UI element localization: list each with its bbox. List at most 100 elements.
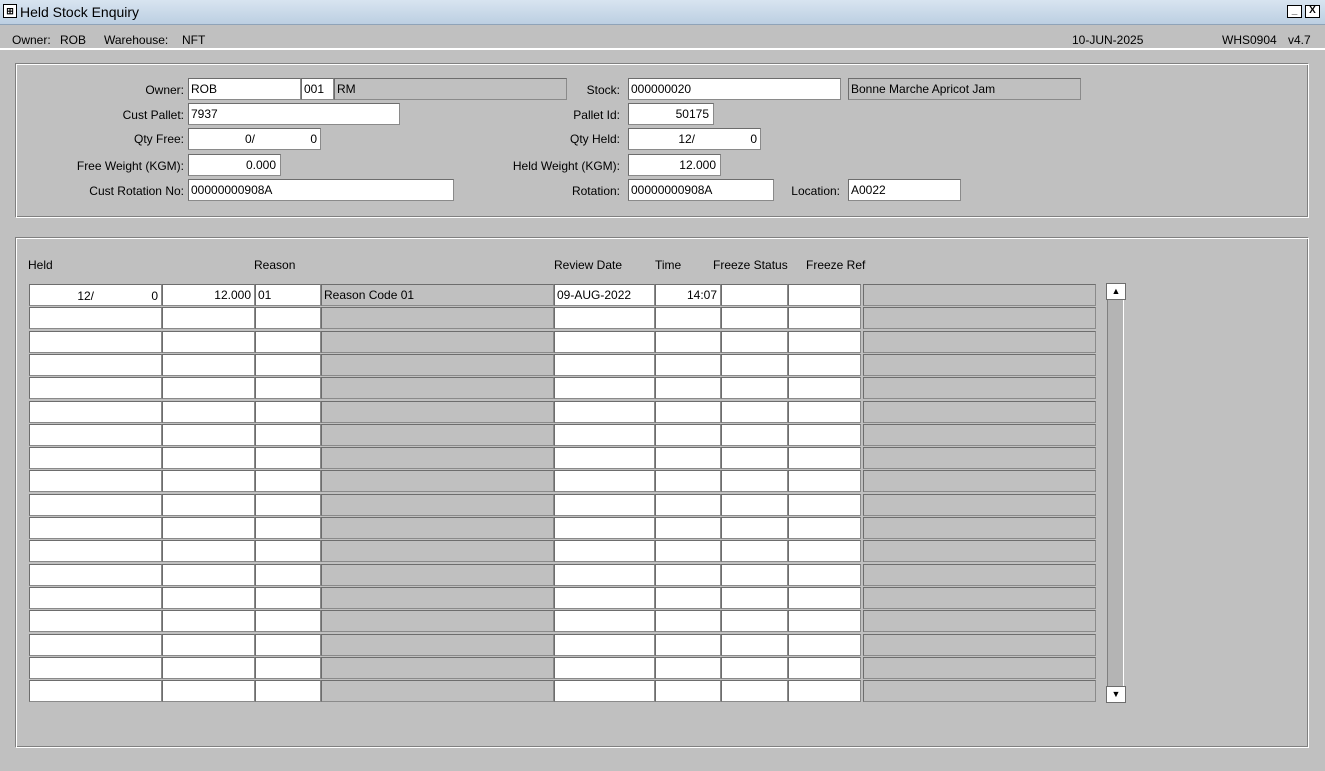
held-weight-cell[interactable]: [162, 610, 255, 632]
freeze-ref-cell[interactable]: [788, 424, 861, 446]
held-weight-cell[interactable]: 12.000: [162, 284, 255, 306]
held-weight-cell[interactable]: [162, 564, 255, 586]
time-cell[interactable]: [655, 564, 721, 586]
review-date-cell[interactable]: [554, 680, 655, 702]
time-cell[interactable]: 14:07: [655, 284, 721, 306]
reason-code-cell[interactable]: [255, 657, 321, 679]
freeze-ref-cell[interactable]: [788, 587, 861, 609]
reason-code-cell[interactable]: [255, 470, 321, 492]
time-cell[interactable]: [655, 401, 721, 423]
held-qty-cell[interactable]: [29, 610, 162, 632]
held-qty-cell[interactable]: [29, 377, 162, 399]
held-qty-cell[interactable]: [29, 657, 162, 679]
held-weight-cell[interactable]: [162, 401, 255, 423]
held-weight-cell[interactable]: [162, 354, 255, 376]
time-cell[interactable]: [655, 610, 721, 632]
freeze-status-cell[interactable]: [721, 517, 788, 539]
freeze-ref-cell[interactable]: [788, 494, 861, 516]
freeze-ref-cell[interactable]: [788, 401, 861, 423]
freeze-status-cell[interactable]: [721, 354, 788, 376]
held-qty-cell[interactable]: [29, 401, 162, 423]
cust-pallet-field[interactable]: 7937: [188, 103, 400, 125]
freeze-ref-cell[interactable]: [788, 284, 861, 306]
time-cell[interactable]: [655, 517, 721, 539]
time-cell[interactable]: [655, 494, 721, 516]
freeze-status-cell[interactable]: [721, 331, 788, 353]
freeze-status-cell[interactable]: [721, 657, 788, 679]
scroll-up-button[interactable]: ▲: [1106, 283, 1126, 300]
held-qty-cell[interactable]: [29, 354, 162, 376]
freeze-status-cell[interactable]: [721, 470, 788, 492]
review-date-cell[interactable]: [554, 331, 655, 353]
freeze-status-cell[interactable]: [721, 307, 788, 329]
review-date-cell[interactable]: [554, 657, 655, 679]
minimize-button[interactable]: _: [1287, 5, 1302, 18]
held-qty-cell[interactable]: [29, 494, 162, 516]
rotation-field[interactable]: 00000000908A: [628, 179, 774, 201]
app-icon[interactable]: ⊞: [3, 4, 17, 18]
reason-code-cell[interactable]: [255, 634, 321, 656]
reason-code-cell[interactable]: [255, 610, 321, 632]
time-cell[interactable]: [655, 307, 721, 329]
cust-rotation-field[interactable]: 00000000908A: [188, 179, 454, 201]
freeze-ref-cell[interactable]: [788, 517, 861, 539]
review-date-cell[interactable]: [554, 424, 655, 446]
time-cell[interactable]: [655, 447, 721, 469]
freeze-ref-cell[interactable]: [788, 564, 861, 586]
reason-code-cell[interactable]: [255, 401, 321, 423]
freeze-status-cell[interactable]: [721, 424, 788, 446]
held-qty-cell[interactable]: [29, 540, 162, 562]
held-qty-cell[interactable]: [29, 470, 162, 492]
review-date-cell[interactable]: [554, 587, 655, 609]
time-cell[interactable]: [655, 680, 721, 702]
held-weight-cell[interactable]: [162, 494, 255, 516]
held-weight-cell[interactable]: [162, 657, 255, 679]
freeze-ref-cell[interactable]: [788, 610, 861, 632]
reason-code-cell[interactable]: [255, 424, 321, 446]
freeze-status-cell[interactable]: [721, 540, 788, 562]
held-qty-cell[interactable]: [29, 307, 162, 329]
held-qty-cell[interactable]: [29, 517, 162, 539]
freeze-status-cell[interactable]: [721, 377, 788, 399]
held-weight-cell[interactable]: [162, 424, 255, 446]
held-weight-cell[interactable]: [162, 307, 255, 329]
held-weight-cell[interactable]: [162, 634, 255, 656]
held-weight-cell[interactable]: [162, 680, 255, 702]
qty-held-field[interactable]: 12/ 0: [628, 128, 761, 150]
reason-code-cell[interactable]: [255, 447, 321, 469]
freeze-status-cell[interactable]: [721, 284, 788, 306]
held-weight-cell[interactable]: [162, 470, 255, 492]
held-qty-cell[interactable]: [29, 587, 162, 609]
reason-code-cell[interactable]: [255, 517, 321, 539]
reason-code-cell[interactable]: [255, 354, 321, 376]
held-qty-cell[interactable]: [29, 424, 162, 446]
held-qty-cell[interactable]: [29, 680, 162, 702]
freeze-status-cell[interactable]: [721, 401, 788, 423]
held-weight-cell[interactable]: [162, 540, 255, 562]
held-qty-cell[interactable]: [29, 634, 162, 656]
reason-code-cell[interactable]: [255, 564, 321, 586]
freeze-status-cell[interactable]: [721, 680, 788, 702]
freeze-ref-cell[interactable]: [788, 680, 861, 702]
freeze-ref-cell[interactable]: [788, 331, 861, 353]
freeze-ref-cell[interactable]: [788, 354, 861, 376]
free-weight-field[interactable]: 0.000: [188, 154, 281, 176]
reason-code-cell[interactable]: [255, 587, 321, 609]
scroll-down-button[interactable]: ▼: [1106, 686, 1126, 703]
owner-sub-field[interactable]: 001: [301, 78, 334, 100]
review-date-cell[interactable]: [554, 564, 655, 586]
review-date-cell[interactable]: [554, 307, 655, 329]
reason-code-cell[interactable]: [255, 307, 321, 329]
freeze-ref-cell[interactable]: [788, 470, 861, 492]
review-date-cell[interactable]: [554, 610, 655, 632]
freeze-status-cell[interactable]: [721, 634, 788, 656]
freeze-status-cell[interactable]: [721, 564, 788, 586]
freeze-status-cell[interactable]: [721, 447, 788, 469]
reason-code-cell[interactable]: [255, 494, 321, 516]
held-weight-field[interactable]: 12.000: [628, 154, 721, 176]
held-qty-cell[interactable]: [29, 447, 162, 469]
freeze-ref-cell[interactable]: [788, 307, 861, 329]
reason-code-cell[interactable]: [255, 540, 321, 562]
review-date-cell[interactable]: [554, 634, 655, 656]
freeze-ref-cell[interactable]: [788, 447, 861, 469]
